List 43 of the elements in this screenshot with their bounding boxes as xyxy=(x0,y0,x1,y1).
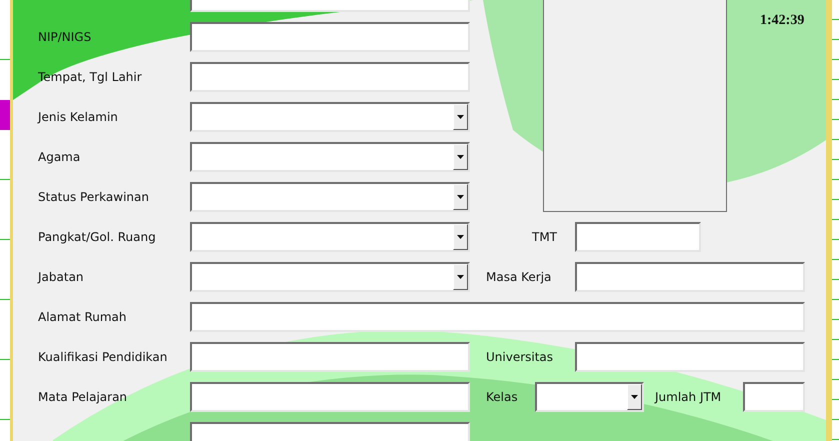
text-field[interactable] xyxy=(575,222,701,252)
field-label: Kualifikasi Pendidikan xyxy=(38,349,168,366)
cell-highlight xyxy=(0,100,10,130)
text-field[interactable] xyxy=(190,342,470,372)
field-label: Kelas xyxy=(486,389,519,406)
field-label: Masa Kerja xyxy=(486,269,552,286)
field-label: NIP/NIGS xyxy=(38,29,92,46)
caret-icon xyxy=(631,395,638,399)
text-field[interactable] xyxy=(190,382,470,412)
dropdown-field[interactable] xyxy=(190,262,470,292)
caret-icon xyxy=(457,155,464,159)
dropdown-button[interactable] xyxy=(453,144,468,170)
text-field[interactable] xyxy=(190,62,470,92)
field-label: Jabatan xyxy=(38,269,85,286)
field-label: Status Perkawinan xyxy=(38,189,150,206)
field-label: Jenis Kelamin xyxy=(38,109,119,126)
dropdown-field[interactable] xyxy=(190,182,470,212)
dropdown-button[interactable] xyxy=(453,264,468,290)
field-label: Pangkat/Gol. Ruang xyxy=(38,229,157,246)
caret-icon xyxy=(457,275,464,279)
field-label: Agama xyxy=(38,149,82,166)
clock-text: 1:42:39 xyxy=(760,13,804,30)
caret-icon xyxy=(457,235,464,239)
field-label: Jumlah JTM xyxy=(655,389,722,406)
dropdown-field[interactable] xyxy=(535,382,644,412)
dropdown-field[interactable] xyxy=(190,142,470,172)
field-label: Mata Pelajaran xyxy=(38,389,128,406)
text-field[interactable] xyxy=(190,22,470,52)
field-label: Alamat Rumah xyxy=(38,309,128,326)
field-label: Universitas xyxy=(486,349,554,366)
dropdown-button[interactable] xyxy=(453,224,468,250)
text-field[interactable] xyxy=(190,302,805,332)
dropdown-button[interactable] xyxy=(453,104,468,130)
caret-icon xyxy=(457,115,464,119)
text-field[interactable] xyxy=(575,262,805,292)
caret-icon xyxy=(457,195,464,199)
text-field[interactable] xyxy=(575,342,805,372)
text-field[interactable] xyxy=(743,382,805,412)
dropdown-field[interactable] xyxy=(190,102,470,132)
dropdown-button[interactable] xyxy=(627,384,642,410)
dropdown-button[interactable] xyxy=(453,184,468,210)
field-label: TMT xyxy=(530,229,558,246)
dropdown-field[interactable] xyxy=(190,222,470,252)
